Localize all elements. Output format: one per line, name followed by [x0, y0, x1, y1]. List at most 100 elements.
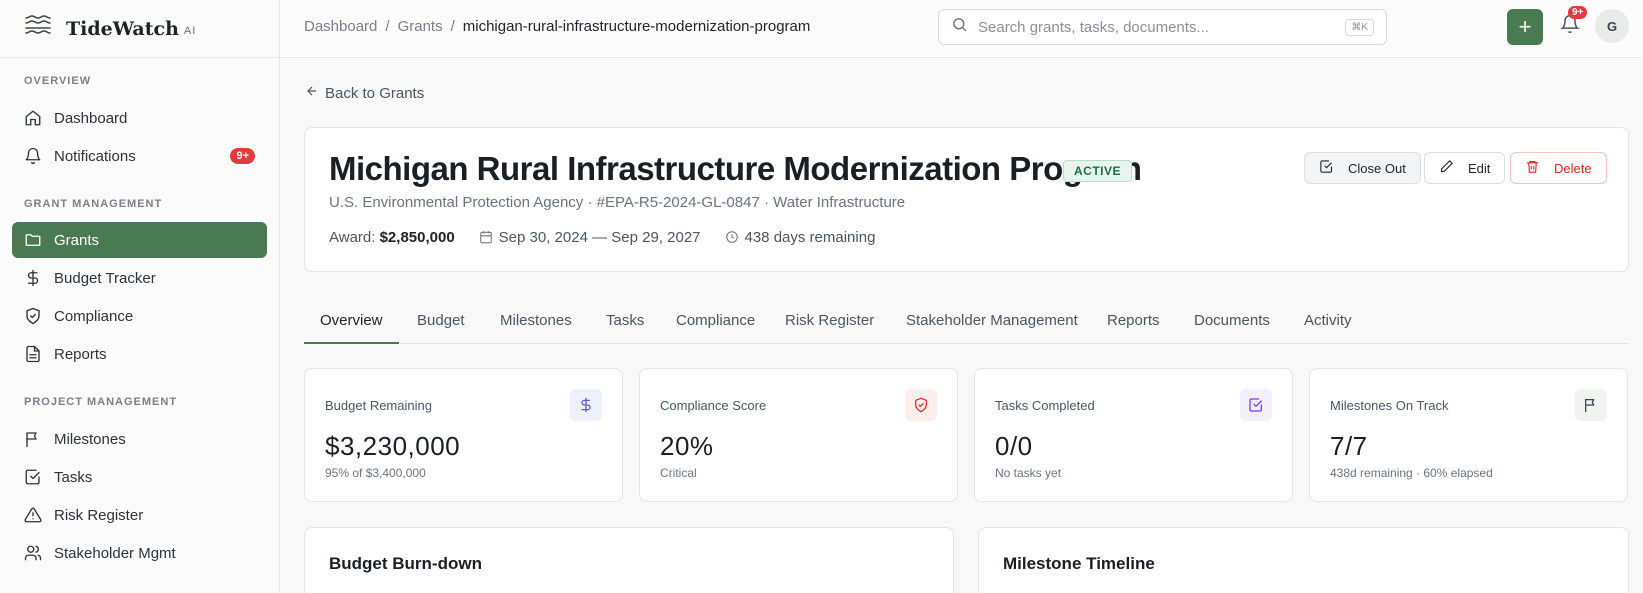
date-range: Sep 30, 2024 — Sep 29, 2027 [479, 229, 701, 246]
date-range-text: Sep 30, 2024 — Sep 29, 2027 [498, 229, 701, 246]
flag-icon [1575, 389, 1607, 421]
sidebar-item-risk-register[interactable]: Risk Register [12, 497, 267, 533]
tab-activity[interactable]: Activity [1288, 310, 1368, 344]
edit-label: Edit [1468, 160, 1491, 176]
back-to-grants-link[interactable]: Back to Grants [305, 84, 424, 102]
notification-badge: 9+ [230, 148, 255, 164]
brand-suffix: AI [183, 24, 197, 37]
stat-sub: No tasks yet [995, 466, 1062, 480]
tab-compliance[interactable]: Compliance [660, 310, 771, 344]
checkbox-icon [1240, 389, 1272, 421]
clock-icon [725, 229, 745, 246]
breadcrumb-current: michigan-rural-infrastructure-modernizat… [462, 18, 811, 35]
tab-stakeholder-management[interactable]: Stakeholder Management [890, 310, 1094, 344]
breadcrumb-separator: / [450, 18, 455, 35]
stat-value: 20% [660, 431, 714, 461]
sidebar-item-label: Stakeholder Mgmt [54, 544, 176, 562]
stat-sub: 438d remaining · 60% elapsed [1330, 466, 1493, 480]
grant-number: #EPA-R5-2024-GL-0847 [596, 194, 760, 211]
checkbox-icon [24, 468, 42, 486]
breadcrumb-dashboard[interactable]: Dashboard [304, 18, 377, 35]
days-remaining: 438 days remaining [725, 229, 876, 246]
sidebar-item-milestones[interactable]: Milestones [12, 421, 267, 457]
delete-button[interactable]: Delete [1510, 152, 1607, 184]
delete-label: Delete [1554, 160, 1592, 176]
stat-value: $3,230,000 [325, 431, 461, 461]
search-box[interactable]: ⌘K [938, 9, 1387, 45]
sidebar-item-reports[interactable]: Reports [12, 336, 267, 372]
arrow-left-icon [305, 84, 319, 102]
grant-subtitle: U.S. Environmental Protection Agency · #… [329, 194, 906, 211]
sidebar-item-grants[interactable]: Grants [12, 222, 267, 258]
sidebar-item-label: Tasks [54, 468, 93, 486]
stat-card-compliance-score: Compliance Score 20% Critical [639, 368, 958, 502]
notification-badge: 9+ [1568, 6, 1588, 19]
tab-documents[interactable]: Documents [1178, 310, 1286, 344]
back-label: Back to Grants [325, 84, 425, 102]
users-icon [24, 544, 42, 562]
avatar[interactable]: G [1595, 9, 1629, 43]
panel-title: Budget Burn-down [329, 554, 482, 573]
tab-overview[interactable]: Overview [304, 310, 399, 344]
plus-icon: + [1518, 14, 1532, 39]
stat-card-budget-remaining: Budget Remaining $3,230,000 95% of $3,40… [304, 368, 623, 502]
grant-category: Water Infrastructure [773, 194, 906, 211]
award-value: $2,850,000 [379, 229, 455, 246]
sidebar-item-label: Dashboard [54, 109, 128, 127]
stat-label: Budget Remaining [325, 398, 432, 413]
brand[interactable]: TideWatch AI [0, 0, 279, 58]
dollar-icon [570, 389, 602, 421]
flag-icon [24, 430, 42, 448]
budget-burndown-panel: Budget Burn-down [304, 527, 954, 593]
sidebar-item-stakeholder-mgmt[interactable]: Stakeholder Mgmt [12, 535, 267, 571]
edit-button[interactable]: Edit [1424, 152, 1506, 184]
milestone-timeline-panel: Milestone Timeline [978, 527, 1629, 593]
breadcrumb-separator: / [385, 18, 390, 35]
trash-icon [1525, 159, 1554, 177]
warning-icon [24, 506, 42, 524]
breadcrumb: Dashboard / Grants / michigan-rural-infr… [304, 18, 810, 35]
add-button[interactable]: + [1507, 9, 1543, 45]
check-square-icon [1319, 159, 1348, 177]
dollar-icon [24, 269, 42, 287]
panel-title: Milestone Timeline [1003, 554, 1155, 573]
sidebar-item-budget-tracker[interactable]: Budget Tracker [12, 260, 267, 296]
stat-label: Compliance Score [660, 398, 767, 413]
sidebar-item-label: Reports [54, 345, 107, 363]
tab-risk-register[interactable]: Risk Register [769, 310, 890, 344]
tab-reports[interactable]: Reports [1091, 310, 1176, 344]
days-remaining-text: 438 days remaining [744, 229, 876, 246]
stat-sub: 95% of $3,400,000 [325, 466, 426, 480]
stat-label: Milestones On Track [1330, 398, 1449, 413]
search-input[interactable] [978, 18, 1338, 36]
close-out-button[interactable]: Close Out [1304, 152, 1421, 184]
stat-label: Tasks Completed [995, 398, 1095, 413]
tab-milestones[interactable]: Milestones [484, 310, 588, 344]
sidebar-item-label: Compliance [54, 307, 134, 325]
sidebar-item-dashboard[interactable]: Dashboard [12, 100, 267, 136]
shield-icon [905, 389, 937, 421]
sidebar-item-compliance[interactable]: Compliance [12, 298, 267, 334]
topbar: Dashboard / Grants / michigan-rural-infr… [280, 0, 1643, 58]
home-icon [24, 109, 42, 127]
grant-agency: U.S. Environmental Protection Agency [329, 194, 584, 211]
sidebar-item-tasks[interactable]: Tasks [12, 459, 267, 495]
sidebar-item-label: Risk Register [54, 506, 144, 524]
close-out-label: Close Out [1348, 160, 1406, 176]
tab-tasks[interactable]: Tasks [590, 310, 660, 344]
grant-meta: Award: $2,850,000 Sep 30, 2024 — Sep 29,… [329, 229, 875, 246]
page-title: Michigan Rural Infrastructure Modernizat… [329, 150, 1142, 187]
status-badge: ACTIVE [1063, 160, 1133, 182]
section-label-overview: OVERVIEW [24, 75, 92, 87]
folder-icon [24, 231, 42, 249]
stat-card-milestones-on-track: Milestones On Track 7/7 438d remaining ·… [1309, 368, 1628, 502]
sidebar-item-label: Budget Tracker [54, 269, 156, 287]
sidebar-item-label: Notifications [54, 147, 136, 165]
sidebar-item-notifications[interactable]: Notifications 9+ [12, 138, 267, 174]
stat-value: 7/7 [1330, 431, 1368, 461]
breadcrumb-grants[interactable]: Grants [398, 18, 443, 35]
grant-header-card: Michigan Rural Infrastructure Modernizat… [304, 127, 1629, 272]
stat-value: 0/0 [995, 431, 1033, 461]
tab-budget[interactable]: Budget [401, 310, 481, 344]
sidebar-item-label: Grants [54, 231, 100, 249]
